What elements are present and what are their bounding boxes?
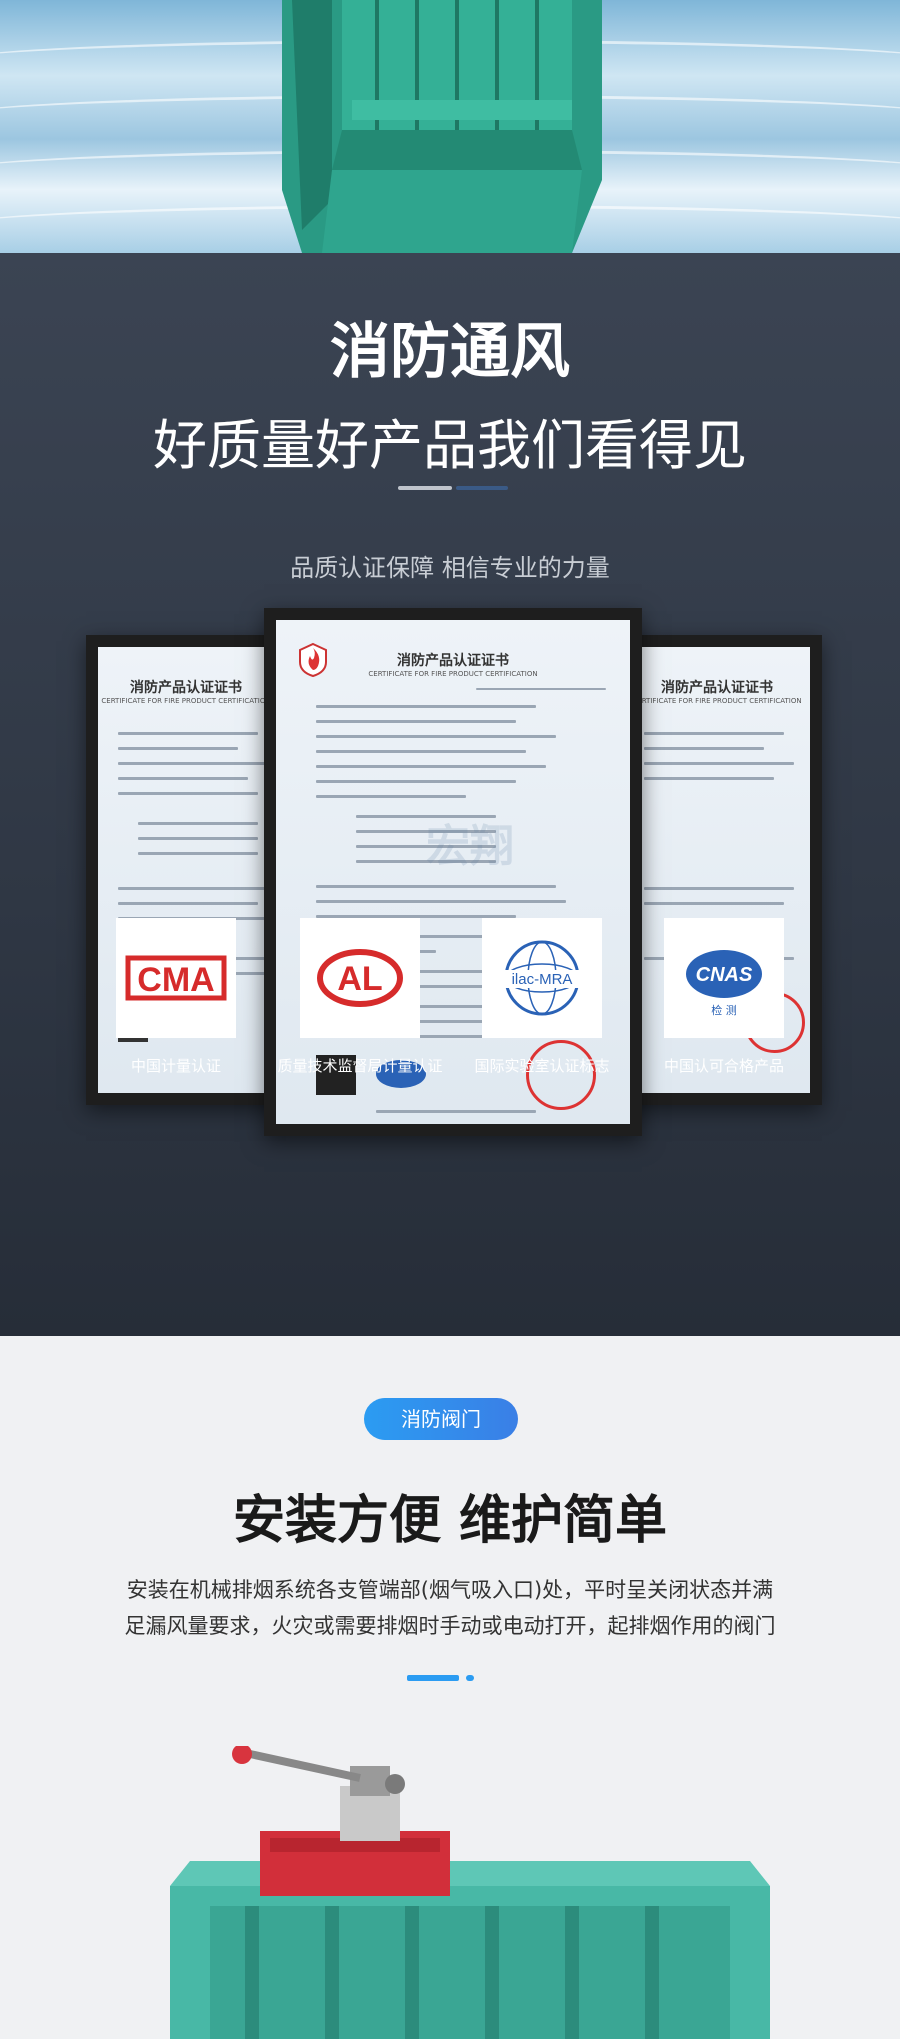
cnas-logo-icon: CNAS 检 测 bbox=[686, 950, 762, 1017]
badge-label-ilac: 国际实验室认证标志 bbox=[474, 1057, 610, 1075]
svg-text:ilac-MRA: ilac-MRA bbox=[512, 971, 573, 988]
watermark: 宏翔 bbox=[426, 821, 514, 872]
top-banner bbox=[0, 0, 900, 253]
divider-dark bbox=[456, 486, 508, 490]
badge-ilac: ilac-MRA bbox=[482, 918, 602, 1038]
cma-logo-icon: CMA bbox=[125, 955, 227, 1001]
badge-label-cal: 质量技术监督局计量认证 bbox=[277, 1057, 443, 1075]
svg-text:CMA: CMA bbox=[137, 961, 214, 999]
badge-cal: AL bbox=[300, 918, 420, 1038]
install-desc-line2: 足漏风量要求，火灾或需要排烟时手动或电动打开，起排烟作用的阀门 bbox=[124, 1614, 776, 1638]
badge-label-cnas: 中国认可合格产品 bbox=[663, 1057, 784, 1075]
certificate-title: 消防产品认证证书 bbox=[397, 653, 509, 669]
certificate-subtitle: CERTIFICATE FOR FIRE PRODUCT CERTIFICATI… bbox=[101, 697, 271, 705]
certificate-title: 消防产品认证证书 bbox=[661, 680, 773, 696]
fire-damper-image bbox=[170, 1746, 770, 2039]
cal-logo-icon: AL bbox=[317, 949, 403, 1007]
svg-text:CNAS: CNAS bbox=[696, 964, 753, 986]
divider-bar bbox=[407, 1675, 459, 1681]
certificate-title: 消防产品认证证书 bbox=[130, 680, 242, 696]
install-desc-line1: 安装在机械排烟系统各支管端部(烟气吸入口)处，平时呈关闭状态并满 bbox=[126, 1578, 774, 1602]
ilac-mra-logo-icon: ilac-MRA bbox=[502, 940, 582, 1016]
certificate-subtitle: CERTIFICATE FOR FIRE PRODUCT CERTIFICATI… bbox=[632, 697, 802, 705]
svg-text:AL: AL bbox=[337, 960, 382, 998]
divider-dot bbox=[466, 1675, 474, 1681]
badge-label-cma: 中国计量认证 bbox=[130, 1057, 221, 1075]
category-pill: 消防阀门 bbox=[364, 1398, 518, 1440]
certificate-subtitle: CERTIFICATE FOR FIRE PRODUCT CERTIFICATI… bbox=[368, 670, 538, 678]
damper-image bbox=[282, 0, 602, 253]
badge-cnas: CNAS 检 测 bbox=[664, 918, 784, 1038]
divider-light bbox=[398, 486, 452, 490]
install-section: 消防阀门 安装方便 维护简单 安装在机械排烟系统各支管端部(烟气吸入口)处，平时… bbox=[0, 1336, 900, 2039]
badge-cma: CMA bbox=[116, 918, 236, 1038]
headline: 消防通风 bbox=[330, 317, 570, 387]
svg-text:检 测: 检 测 bbox=[711, 1003, 737, 1017]
tagline: 品质认证保障 相信专业的力量 bbox=[290, 554, 610, 582]
install-title: 安装方便 维护简单 bbox=[232, 1491, 668, 1551]
subheadline: 好质量好产品我们看得见 bbox=[153, 414, 747, 477]
